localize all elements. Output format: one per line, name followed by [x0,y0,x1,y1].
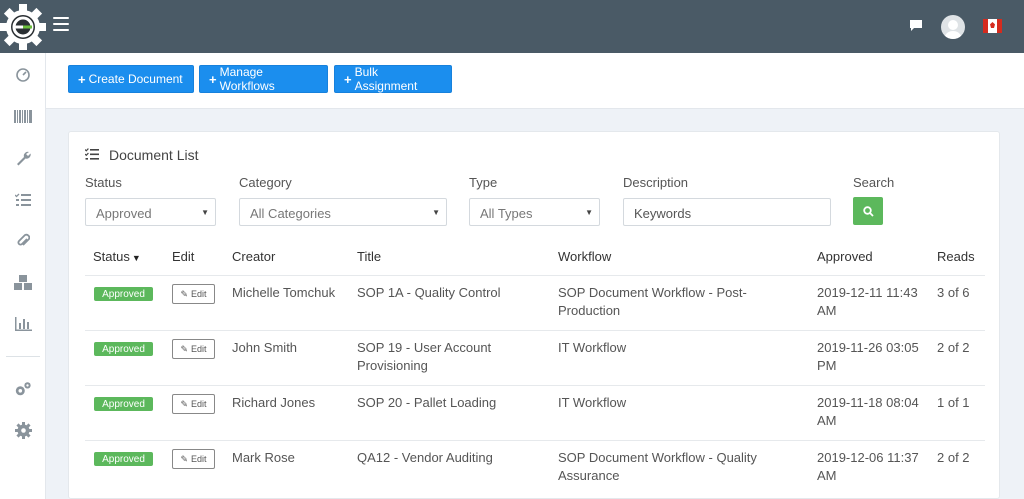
caret-down-icon: ▼ [585,208,593,217]
search-button[interactable] [853,197,883,225]
boxes-icon[interactable] [14,273,32,291]
search-icon [862,205,874,217]
col-reads-header[interactable]: Reads [937,249,975,264]
col-workflow-header[interactable]: Workflow [558,249,611,264]
approved-cell: 2019-11-26 03:05 PM [817,340,919,373]
table-divider [85,275,985,276]
category-select-value: All Categories [250,206,331,221]
sidebar-divider [6,356,40,357]
canada-flag-icon[interactable] [983,19,1002,33]
description-placeholder: Keywords [634,206,692,221]
hamburger-menu-icon[interactable] [53,17,69,31]
col-status-label: Status [93,249,130,264]
plus-icon: + [344,71,352,87]
settings-cogs-icon[interactable] [14,380,32,398]
status-badge: Approved [94,342,153,356]
edit-button[interactable]: ✎ Edit [172,449,215,469]
edit-label: Edit [191,399,207,409]
description-filter-label: Description [623,175,689,190]
bar-chart-icon[interactable] [14,315,32,333]
sort-desc-icon: ▼ [131,253,141,263]
title-cell[interactable]: SOP 20 - Pallet Loading [357,394,547,412]
card-title: Document List [109,147,199,163]
workflow-cell: IT Workflow [558,340,627,355]
workflow-cell: IT Workflow [558,395,627,410]
creator-cell: Richard Jones [232,395,316,410]
type-filter-label: Type [469,175,498,190]
edit-icon: ✎ [180,398,189,409]
workflow-cell: SOP Document Workflow - Quality Assuranc… [558,450,757,483]
reads-cell: 2 of 2 [937,340,970,355]
reads-cell: 2 of 2 [937,450,970,465]
action-bar: + Create Document + Manage Workflows + B… [46,53,1024,109]
manage-workflows-button[interactable]: + Manage Workflows [199,65,328,93]
plus-icon: + [209,71,217,87]
bulk-assignment-button[interactable]: + Bulk Assignment [334,65,452,93]
edit-label: Edit [191,454,207,464]
title-cell[interactable]: SOP 19 - User Account Provisioning [357,339,547,375]
edit-label: Edit [191,289,207,299]
category-select[interactable]: All Categories ▼ [239,198,447,226]
create-document-label: Create Document [88,72,183,86]
manage-workflows-label: Manage Workflows [219,65,275,93]
status-select[interactable]: Approved ▼ [85,198,216,226]
col-title-header[interactable]: Title [357,249,381,264]
top-navbar [0,0,1024,53]
col-creator-header[interactable]: Creator [232,249,275,264]
row-divider [85,330,985,331]
checklist-icon[interactable] [14,191,32,209]
plus-icon: + [78,71,86,87]
reads-cell: 1 of 1 [937,395,970,410]
edit-icon: ✎ [180,343,189,354]
title-cell[interactable]: QA12 - Vendor Auditing [357,449,547,467]
workflow-cell: SOP Document Workflow - Post-Production [558,285,747,318]
bulk-assignment-label: Bulk Assignment [354,65,418,93]
description-input[interactable]: Keywords [623,198,831,226]
paperclip-icon[interactable] [14,232,32,250]
edit-icon: ✎ [180,288,189,299]
gear-icon[interactable] [14,421,32,439]
type-select[interactable]: All Types ▼ [469,198,600,226]
dashboard-icon[interactable] [14,66,32,84]
status-badge: Approved [94,397,153,411]
sidebar [0,53,46,499]
row-divider [85,440,985,441]
edit-label: Edit [191,344,207,354]
status-select-value: Approved [96,206,152,221]
document-list-card: Document List Status Approved ▼ Category… [68,131,1000,499]
search-label: Search [853,175,895,190]
row-divider [85,385,985,386]
approved-cell: 2019-11-18 08:04 AM [817,395,919,428]
edit-button[interactable]: ✎ Edit [172,394,215,414]
edit-icon: ✎ [180,453,189,464]
category-filter-label: Category [239,175,292,190]
approved-cell: 2019-12-11 11:43 AM [817,285,918,318]
status-filter-label: Status [85,175,122,190]
wrench-icon[interactable] [14,149,32,167]
barcode-icon[interactable] [14,107,32,125]
title-cell[interactable]: SOP 1A - Quality Control [357,284,547,302]
creator-cell: Mark Rose [232,450,295,465]
edit-button[interactable]: ✎ Edit [172,339,215,359]
card-header: Document List [84,147,199,163]
list-check-icon [84,147,99,163]
status-badge: Approved [94,287,153,301]
reads-cell: 3 of 6 [937,285,970,300]
caret-down-icon: ▼ [201,208,209,217]
logo-gear-icon[interactable] [0,2,46,52]
type-select-value: All Types [480,206,533,221]
creator-cell: John Smith [232,340,298,355]
status-badge: Approved [94,452,153,466]
col-status-header[interactable]: Status ▼ [93,249,141,264]
col-approved-header[interactable]: Approved [817,249,873,264]
col-edit-header: Edit [172,249,195,264]
edit-button[interactable]: ✎ Edit [172,284,215,304]
caret-down-icon: ▼ [432,208,440,217]
approved-cell: 2019-12-06 11:37 AM [817,450,919,483]
chat-icon[interactable] [909,19,923,35]
avatar[interactable] [941,15,965,39]
create-document-button[interactable]: + Create Document [68,65,194,93]
creator-cell: Michelle Tomchuk [232,285,336,300]
